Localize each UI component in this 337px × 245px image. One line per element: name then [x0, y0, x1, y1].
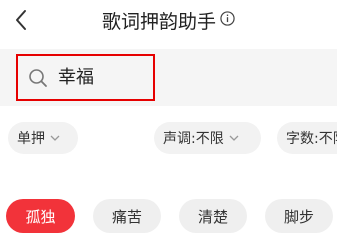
page-title: 歌词押韵助手	[0, 6, 337, 36]
search-icon	[28, 68, 48, 88]
rhyme-type-label: 单押	[17, 131, 45, 147]
tag-jiaobu[interactable]: 脚步	[265, 199, 333, 233]
search-input[interactable]: 幸福	[16, 54, 155, 101]
page-title-text: 歌词押韵助手	[101, 11, 216, 33]
rhyme-tag-list: 孤独 痛苦 清楚 脚步	[0, 197, 337, 235]
rhyme-type-dropdown[interactable]: 单押	[8, 122, 78, 154]
word-count-label: 字数:不限	[286, 131, 337, 147]
chevron-down-icon	[229, 135, 239, 141]
tag-tongku[interactable]: 痛苦	[93, 199, 161, 233]
word-count-dropdown[interactable]: 字数:不限	[277, 122, 337, 154]
tone-label: 声调:不限	[163, 131, 224, 147]
search-area: 幸福	[0, 49, 337, 106]
filter-bar: 单押 声调:不限 字数:不限	[0, 118, 337, 158]
chevron-down-icon	[50, 135, 60, 141]
tone-dropdown[interactable]: 声调:不限	[154, 122, 261, 154]
info-circle-icon[interactable]	[220, 11, 235, 26]
top-bar: 歌词押韵助手	[0, 0, 337, 42]
search-input-value[interactable]: 幸福	[58, 67, 94, 89]
info-button[interactable]	[220, 6, 235, 34]
tag-gudu[interactable]: 孤独	[6, 199, 75, 233]
tag-qingchu[interactable]: 清楚	[179, 199, 247, 233]
